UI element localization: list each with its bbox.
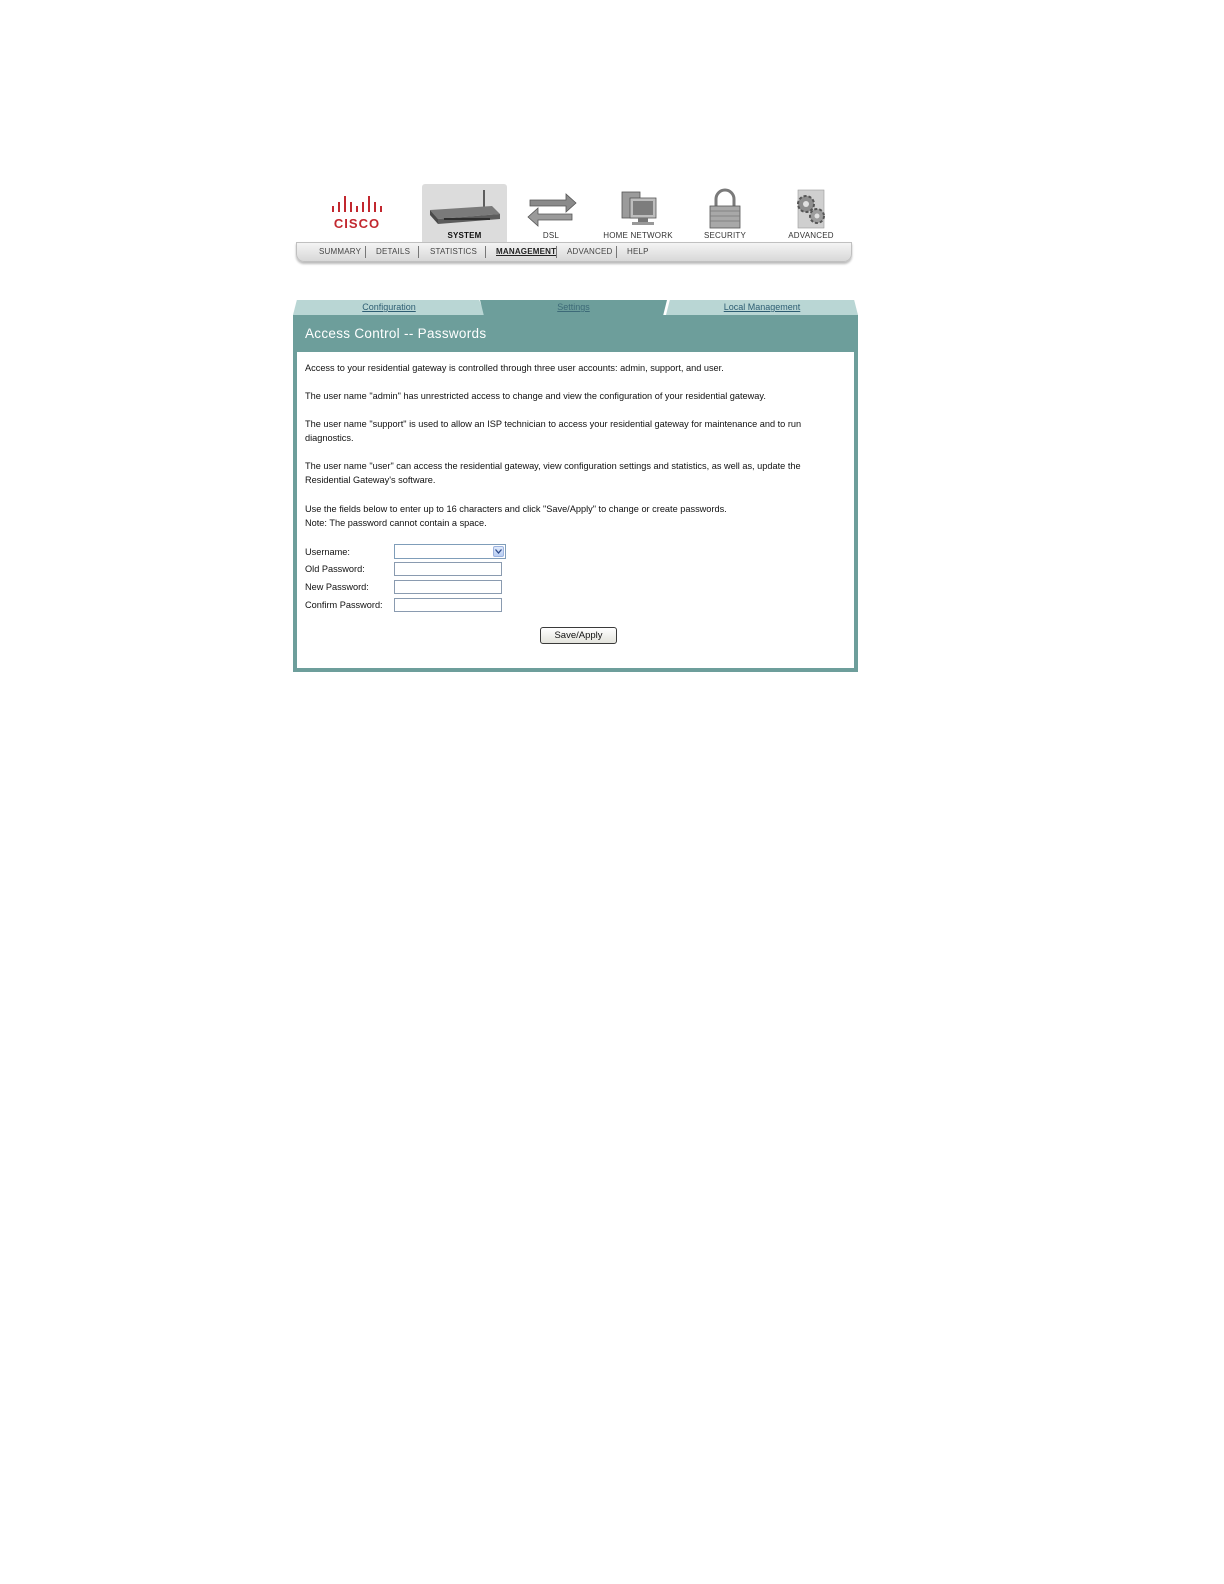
new-password-input[interactable] <box>394 580 502 594</box>
username-select[interactable] <box>394 544 506 559</box>
nav-system[interactable]: SYSTEM <box>422 184 507 242</box>
username-label: Username: <box>305 547 350 557</box>
user-description: The user name "user" can access the resi… <box>305 461 801 485</box>
chevron-down-icon[interactable] <box>493 546 504 557</box>
top-header: CISCO SYSTEM DSL HOME NETWORK SECURITY A… <box>296 184 852 266</box>
subnav-help[interactable]: HELP <box>627 247 649 256</box>
nav-dsl[interactable]: DSL <box>510 184 592 242</box>
tab-local-management[interactable]: Local Management <box>666 300 858 315</box>
subnav-separator <box>616 246 617 258</box>
subnav-statistics[interactable]: STATISTICS <box>430 247 477 256</box>
gears-icon <box>797 189 825 229</box>
admin-description: The user name "admin" has unrestricted a… <box>305 391 766 401</box>
cisco-logo: CISCO <box>326 192 388 236</box>
subnav-separator <box>365 246 366 258</box>
computers-icon <box>621 191 657 225</box>
confirm-password-label: Confirm Password: <box>305 600 383 610</box>
nav-label: ADVANCED <box>788 231 834 240</box>
support-description: The user name "support" is used to allow… <box>305 419 802 443</box>
instructions-text: Use the fields below to enter up to 16 c… <box>305 504 727 514</box>
tab-configuration[interactable]: Configuration <box>293 300 485 315</box>
panel-body: Access to your residential gateway is co… <box>297 352 854 668</box>
intro-text: Access to your residential gateway is co… <box>305 363 724 373</box>
subnav-separator <box>485 246 486 258</box>
confirm-password-input[interactable] <box>394 598 502 612</box>
nav-home-network[interactable]: HOME NETWORK <box>596 184 680 242</box>
section-tabs: Configuration Settings Local Management <box>293 300 858 315</box>
password-note: Note: The password cannot contain a spac… <box>305 518 487 528</box>
nav-label: SECURITY <box>703 231 747 240</box>
subnav-separator <box>556 246 557 258</box>
save-apply-button[interactable]: Save/Apply <box>540 627 617 644</box>
passwords-panel: Access Control -- Passwords Access to yo… <box>293 315 858 672</box>
subnav-details[interactable]: DETAILS <box>376 247 410 256</box>
nav-security[interactable]: SECURITY <box>684 184 766 242</box>
subnav-summary[interactable]: SUMMARY <box>319 247 361 256</box>
logo-wordmark: CISCO <box>333 216 381 231</box>
tab-settings[interactable]: Settings <box>480 300 667 315</box>
transfer-arrows-icon <box>527 193 577 227</box>
subnav-management[interactable]: MANAGEMENT <box>496 247 556 256</box>
old-password-label: Old Password: <box>305 564 365 574</box>
cisco-bars-icon <box>330 196 382 212</box>
subnav-separator <box>418 246 419 258</box>
nav-label: DSL <box>542 231 560 240</box>
new-password-label: New Password: <box>305 582 369 592</box>
nav-advanced[interactable]: ADVANCED <box>770 184 852 242</box>
padlock-icon <box>709 188 741 229</box>
old-password-input[interactable] <box>394 562 502 576</box>
subnav-advanced[interactable]: ADVANCED <box>567 247 612 256</box>
nav-label: SYSTEM <box>447 231 482 240</box>
sub-navigation-bar: SUMMARY DETAILS STATISTICS MANAGEMENT AD… <box>296 242 852 262</box>
nav-label: HOME NETWORK <box>603 231 673 240</box>
router-icon <box>430 190 500 224</box>
panel-title: Access Control -- Passwords <box>305 326 487 341</box>
